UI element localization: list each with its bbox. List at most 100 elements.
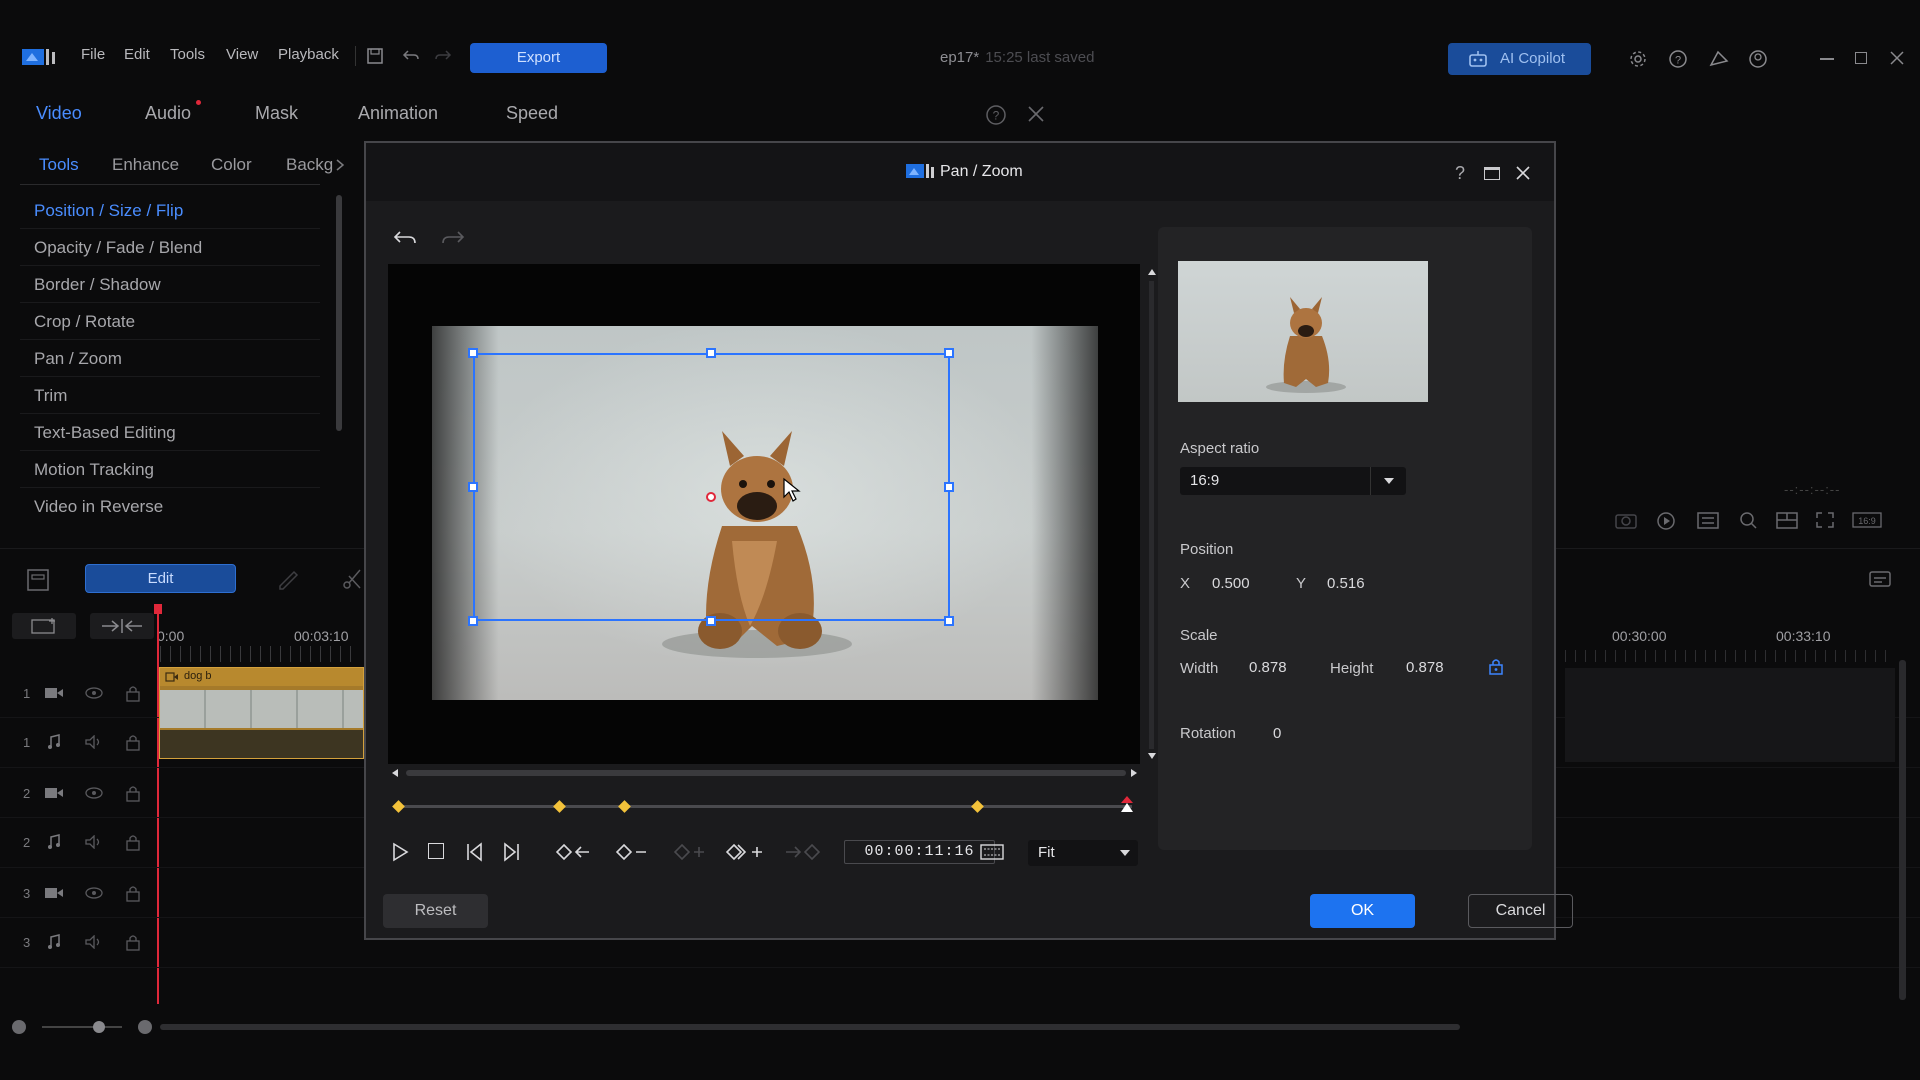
- tool-motion-tracking[interactable]: Motion Tracking: [34, 460, 154, 480]
- menu-edit[interactable]: Edit: [124, 46, 150, 63]
- lock-icon[interactable]: [125, 733, 141, 751]
- timeline-vertical-scrollbar[interactable]: [1899, 660, 1906, 1000]
- previous-frame-icon[interactable]: [464, 841, 484, 863]
- tab-video[interactable]: Video: [36, 103, 82, 124]
- tab-audio[interactable]: Audio: [145, 103, 191, 124]
- crop-handle-bottom-left[interactable]: [468, 616, 478, 626]
- tool-trim[interactable]: Trim: [34, 386, 67, 406]
- dialog-undo-icon[interactable]: [392, 228, 418, 248]
- feedback-icon[interactable]: [1708, 49, 1730, 69]
- lock-icon[interactable]: [125, 884, 141, 902]
- playhead-handle[interactable]: [154, 604, 162, 614]
- add-keyframe-icon[interactable]: [726, 843, 766, 861]
- position-x-field[interactable]: 0.500: [1212, 575, 1250, 592]
- aspect-ratio-select[interactable]: 16:9: [1180, 467, 1406, 495]
- chevron-right-icon[interactable]: [335, 158, 345, 172]
- eye-icon[interactable]: [84, 786, 104, 800]
- export-button[interactable]: Export: [470, 43, 607, 73]
- keyframe-marker[interactable]: [392, 800, 405, 813]
- tab-speed[interactable]: Speed: [506, 103, 558, 124]
- eye-icon[interactable]: [84, 686, 104, 700]
- lock-aspect-icon[interactable]: [1488, 657, 1504, 675]
- dialog-maximize-icon[interactable]: [1484, 167, 1500, 180]
- video-clip[interactable]: dog b: [159, 667, 364, 759]
- pan-zoom-crop-box[interactable]: [473, 353, 950, 621]
- tool-video-in-reverse[interactable]: Video in Reverse: [34, 497, 163, 517]
- dialog-close-icon[interactable]: [1515, 165, 1531, 181]
- scroll-left-icon[interactable]: [391, 768, 399, 778]
- crop-center-point[interactable]: [706, 492, 716, 502]
- zoom-out-icon[interactable]: [12, 1020, 26, 1034]
- menu-tools[interactable]: Tools: [170, 46, 205, 63]
- dialog-redo-icon[interactable]: [440, 228, 466, 248]
- timeline-settings-icon[interactable]: [1868, 568, 1896, 592]
- tab-mask[interactable]: Mask: [255, 103, 298, 124]
- stop-icon[interactable]: [428, 843, 444, 859]
- speaker-icon[interactable]: [84, 735, 104, 749]
- add-track-button[interactable]: [12, 613, 76, 639]
- tool-opacity-fade-blend[interactable]: Opacity / Fade / Blend: [34, 238, 202, 258]
- panel-close-icon[interactable]: [1027, 105, 1045, 123]
- crop-handle-bottom[interactable]: [706, 616, 716, 626]
- preview-play-settings-icon[interactable]: [1655, 510, 1679, 530]
- scroll-up-icon[interactable]: [1147, 268, 1157, 276]
- keyframe-playhead[interactable]: [1121, 796, 1133, 814]
- dialog-help-icon[interactable]: ?: [1453, 163, 1467, 183]
- reset-button[interactable]: Reset: [383, 894, 488, 928]
- menu-view[interactable]: View: [226, 46, 258, 63]
- tools-scrollbar[interactable]: [336, 195, 342, 431]
- subtab-enhance[interactable]: Enhance: [112, 155, 179, 175]
- remove-keyframe-icon[interactable]: [616, 843, 650, 861]
- subtab-background[interactable]: Backg: [286, 155, 333, 175]
- keyframe-marker[interactable]: [553, 800, 566, 813]
- zoom-in-icon[interactable]: [138, 1020, 152, 1034]
- menu-file[interactable]: File: [81, 46, 105, 63]
- subtab-color[interactable]: Color: [211, 155, 252, 175]
- preview-viewer[interactable]: [388, 264, 1140, 764]
- speaker-icon[interactable]: [84, 935, 104, 949]
- timeline-horizontal-scrollbar[interactable]: [160, 1024, 1460, 1030]
- restore-icon[interactable]: [1855, 52, 1867, 64]
- scissors-icon[interactable]: [342, 568, 362, 590]
- tool-position-size-flip[interactable]: Position / Size / Flip: [34, 201, 183, 221]
- zoom-slider[interactable]: [42, 1026, 122, 1028]
- position-y-field[interactable]: 0.516: [1327, 575, 1365, 592]
- zoom-icon[interactable]: [1736, 510, 1760, 530]
- lock-icon[interactable]: [125, 833, 141, 851]
- lock-icon[interactable]: [125, 684, 141, 702]
- speaker-icon[interactable]: [84, 835, 104, 849]
- rotation-field[interactable]: 0: [1273, 725, 1281, 742]
- subtab-tools[interactable]: Tools: [39, 155, 79, 175]
- keyframe-marker[interactable]: [971, 800, 984, 813]
- tool-border-shadow[interactable]: Border / Shadow: [34, 275, 161, 295]
- keyframe-track[interactable]: [396, 805, 1132, 808]
- timeline-layout-icon[interactable]: [26, 568, 50, 592]
- lock-icon[interactable]: [125, 933, 141, 951]
- fit-timeline-button[interactable]: [90, 613, 154, 639]
- scroll-right-icon[interactable]: [1130, 768, 1138, 778]
- menu-playback[interactable]: Playback: [278, 46, 339, 63]
- crop-handle-top-left[interactable]: [468, 348, 478, 358]
- help-icon[interactable]: ?: [1668, 49, 1688, 69]
- fit-select[interactable]: Fit: [1028, 840, 1138, 866]
- play-icon[interactable]: [390, 841, 410, 863]
- save-icon[interactable]: [366, 47, 384, 65]
- viewer-vertical-scrollbar[interactable]: [1149, 281, 1154, 749]
- eye-icon[interactable]: [84, 886, 104, 900]
- viewer-horizontal-scrollbar[interactable]: [406, 770, 1126, 776]
- zoom-slider-thumb[interactable]: [93, 1021, 105, 1033]
- tab-animation[interactable]: Animation: [358, 103, 438, 124]
- crop-handle-left[interactable]: [468, 482, 478, 492]
- list-icon[interactable]: [1696, 510, 1720, 530]
- next-keyframe-disabled-icon[interactable]: [784, 843, 820, 861]
- close-window-icon[interactable]: [1889, 50, 1905, 66]
- crop-handle-bottom-right[interactable]: [944, 616, 954, 626]
- layout-icon[interactable]: [1775, 510, 1799, 530]
- scale-height-field[interactable]: 0.878: [1406, 659, 1444, 676]
- ok-button[interactable]: OK: [1310, 894, 1415, 928]
- crop-handle-top[interactable]: [706, 348, 716, 358]
- aspect-ratio-icon[interactable]: 16:9: [1852, 510, 1882, 530]
- crop-handle-right[interactable]: [944, 482, 954, 492]
- previous-keyframe-icon[interactable]: [556, 843, 592, 861]
- scroll-down-icon[interactable]: [1147, 752, 1157, 760]
